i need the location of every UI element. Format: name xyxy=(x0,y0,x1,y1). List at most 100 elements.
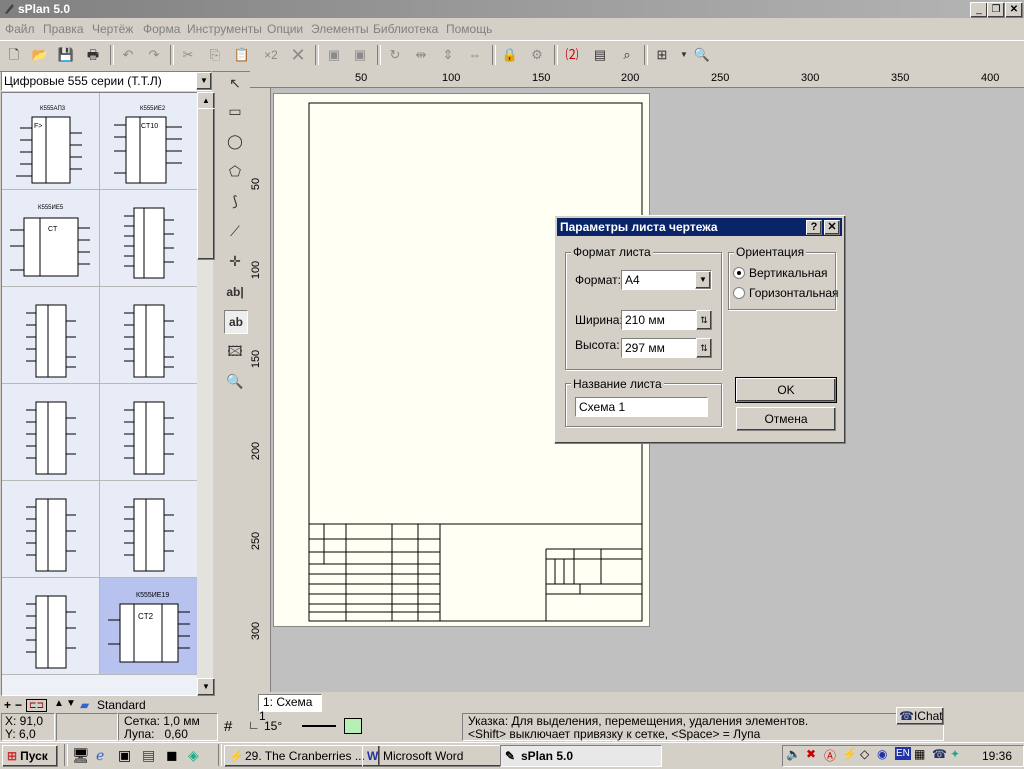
library-item-selected[interactable]: К555ИЕ19 CT2 xyxy=(100,578,198,675)
menu-shape[interactable]: Форма xyxy=(143,22,180,36)
menu-drawing[interactable]: Чертёж xyxy=(92,22,133,36)
library-item[interactable]: К555ИЕ5 CT xyxy=(2,190,100,287)
library-item[interactable] xyxy=(100,384,198,481)
copy-icon[interactable]: ⎘ xyxy=(205,46,225,64)
tray-app-icon[interactable]: ◇ xyxy=(860,747,869,761)
tray-app-icon[interactable]: ◉ xyxy=(877,747,887,761)
sheet-tab[interactable]: 1: Схема 1 xyxy=(258,694,322,723)
language-indicator[interactable]: EN xyxy=(895,747,911,760)
library-item[interactable] xyxy=(100,190,198,287)
library-item[interactable] xyxy=(2,287,100,384)
bezier-icon[interactable]: ⟆ xyxy=(224,190,246,212)
line-icon[interactable]: ⟋ xyxy=(224,220,246,242)
align-icon[interactable]: ⇔ xyxy=(465,46,485,64)
fill-color-swatch[interactable] xyxy=(344,718,362,734)
undo-icon[interactable]: ↶ xyxy=(118,46,138,64)
line-style-icon[interactable] xyxy=(302,725,336,727)
ungroup-icon[interactable]: ⚙ xyxy=(527,46,547,64)
rotate-icon[interactable]: ↻ xyxy=(385,46,405,64)
rectangle-icon[interactable]: ▭ xyxy=(224,100,246,122)
edit-library-icon[interactable]: ⊏⊐ xyxy=(26,699,48,712)
quicklaunch-app-icon[interactable]: ◈ xyxy=(188,747,199,764)
tray-app-icon[interactable]: ▦ xyxy=(914,747,925,761)
task-splan[interactable]: ✎ sPlan 5.0 xyxy=(500,745,662,767)
mirror-vertical-icon[interactable]: ⇕ xyxy=(438,46,458,64)
quicklaunch-app-icon[interactable]: ▤ xyxy=(142,747,155,764)
start-button[interactable]: ⊞ Пуск xyxy=(2,745,58,767)
volume-icon[interactable]: 🔈 xyxy=(786,747,801,761)
arrow-up-icon[interactable]: ▲ xyxy=(54,698,64,709)
width-input[interactable]: 210 мм xyxy=(621,310,698,330)
menu-help[interactable]: Помощь xyxy=(446,22,492,36)
library-item[interactable] xyxy=(2,384,100,481)
zoom-tool-icon[interactable]: 🔍 xyxy=(224,370,246,392)
library-item[interactable] xyxy=(2,481,100,578)
connection-point-icon[interactable]: ✛ xyxy=(224,250,246,272)
snap-angle[interactable]: 15° xyxy=(264,719,282,733)
print-icon[interactable]: 🖶 xyxy=(83,46,103,64)
height-stepper[interactable]: ⇅ xyxy=(696,338,712,358)
desktop-icon[interactable]: 🖥 xyxy=(72,747,90,764)
ichat-button[interactable]: ☎IChat xyxy=(896,707,944,725)
scroll-down-icon[interactable]: ▼ xyxy=(197,678,215,696)
numbering-icon[interactable]: ⑵ xyxy=(562,46,582,64)
radio-vertical[interactable] xyxy=(733,267,745,279)
menu-elements[interactable]: Элементы xyxy=(311,22,369,36)
textbox-tool-icon[interactable]: ab xyxy=(224,310,248,334)
chevron-down-icon[interactable]: ▼ xyxy=(695,271,711,289)
cancel-button[interactable]: Отмена xyxy=(736,407,836,431)
ie-icon[interactable]: ℯ xyxy=(96,747,104,764)
cut-icon[interactable]: ✂ xyxy=(178,46,198,64)
parts-list-icon[interactable]: ▤ xyxy=(590,46,610,64)
quicklaunch-app-icon[interactable]: ◼ xyxy=(166,747,178,764)
library-item[interactable] xyxy=(100,287,198,384)
menu-tools[interactable]: Инструменты xyxy=(187,22,262,36)
open-folder-icon[interactable]: 📂 xyxy=(30,46,50,64)
find-binoculars-icon[interactable]: ⌕ xyxy=(617,46,637,64)
scrollbar-thumb[interactable] xyxy=(197,108,215,260)
chevron-down-icon[interactable]: ▼ xyxy=(196,72,212,90)
phone-icon[interactable]: ☎ xyxy=(932,747,947,761)
grid-icon[interactable]: # xyxy=(224,718,232,735)
close-button[interactable]: ✕ xyxy=(1005,2,1023,18)
redo-icon[interactable]: ↷ xyxy=(144,46,164,64)
library-item[interactable] xyxy=(2,578,100,675)
remove-library-icon[interactable]: − xyxy=(15,698,22,712)
delete-icon[interactable]: ✕ xyxy=(288,46,308,64)
library-item[interactable]: К555АП3 F> xyxy=(2,93,100,190)
width-stepper[interactable]: ⇅ xyxy=(696,310,712,330)
library-item[interactable] xyxy=(100,481,198,578)
bring-front-icon[interactable]: ▣ xyxy=(324,46,344,64)
grid-dropdown-icon[interactable]: ▼ xyxy=(674,46,694,64)
tray-app-icon[interactable]: ⚡ xyxy=(842,747,857,761)
task-winamp[interactable]: ⚡ 29. The Cranberries ... xyxy=(224,745,380,767)
new-file-icon[interactable]: 🗋 xyxy=(4,46,24,64)
menu-options[interactable]: Опции xyxy=(267,22,303,36)
antivirus-icon[interactable]: Ⓐ xyxy=(824,747,836,764)
menu-file[interactable]: Файл xyxy=(5,22,35,36)
image-tool-icon[interactable]: 🖾 xyxy=(224,340,246,362)
pointer-icon[interactable]: ↖ xyxy=(224,72,246,94)
send-back-icon[interactable]: ▣ xyxy=(350,46,370,64)
task-word[interactable]: W Microsoft Word xyxy=(362,745,518,767)
help-button[interactable]: ? xyxy=(806,220,822,235)
group-icon[interactable]: 🔒 xyxy=(500,46,520,64)
maximize-button[interactable]: ❐ xyxy=(987,2,1005,18)
dialog-close-button[interactable]: ✕ xyxy=(824,220,840,235)
add-library-icon[interactable]: + xyxy=(4,698,11,712)
minimize-button[interactable]: _ xyxy=(970,2,988,18)
tray-app-icon[interactable]: ✦ xyxy=(950,747,960,761)
height-input[interactable]: 297 мм xyxy=(621,338,698,358)
paste-icon[interactable]: 📋 xyxy=(232,46,252,64)
zoom-icon[interactable]: 🔍 xyxy=(692,46,712,64)
text-tool-icon[interactable]: ab| xyxy=(224,281,246,303)
network-icon[interactable]: ✖ xyxy=(806,747,816,761)
save-icon[interactable]: 💾 xyxy=(56,46,76,64)
arrow-down-icon[interactable]: ▼ xyxy=(66,698,76,709)
ellipse-icon[interactable]: ◯ xyxy=(224,130,246,152)
menu-edit[interactable]: Правка xyxy=(43,22,84,36)
library-item[interactable]: К555ИЕ2 CT10 xyxy=(100,93,198,190)
ok-button[interactable]: OK xyxy=(735,377,837,403)
grid-icon[interactable]: ⊞ xyxy=(652,46,672,64)
radio-horizontal[interactable] xyxy=(733,287,745,299)
